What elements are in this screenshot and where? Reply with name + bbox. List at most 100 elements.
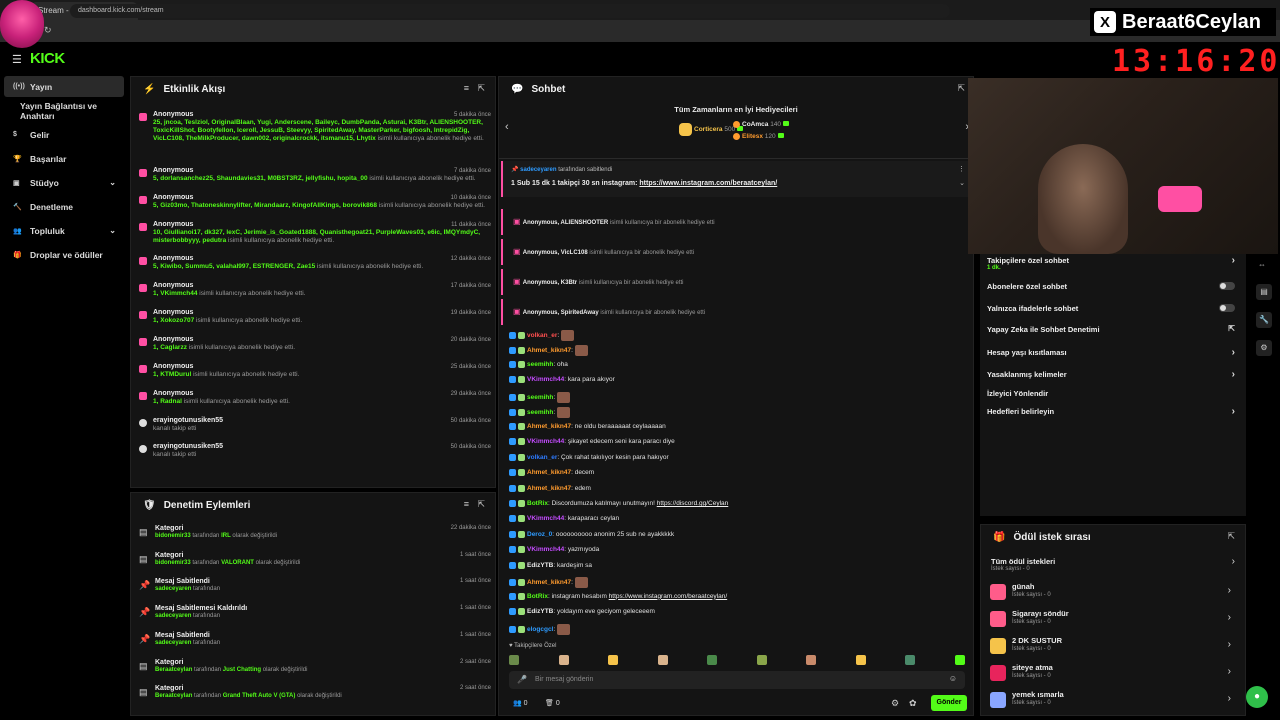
chat-username[interactable]: volkan_er [527,454,557,461]
sidebar-item-4[interactable]: ▣ Stüdyo ⌄ [4,172,124,193]
activity-user[interactable]: Anonymous [153,221,491,229]
chat-username[interactable]: seemihh [527,394,553,401]
chat-username[interactable]: EdizYTB [527,562,553,569]
emote-settings-icon[interactable]: ✿ [909,698,917,709]
sidebar-item-1[interactable]: Yayın Bağlantısı ve Anahtarı [4,100,124,121]
setting-row[interactable]: Hesap yaşı kısıtlaması › [987,347,1239,358]
activity-user[interactable]: Anonymous [153,309,491,317]
chat-username[interactable]: seemihh [527,361,553,368]
gift-event-user[interactable]: Anonymous, SpiritedAway [523,310,599,316]
reward-item[interactable]: 2 DK SUSTUR İstek sayısı - 0 › [987,635,1235,657]
popout-icon[interactable]: ⇱ [477,83,485,94]
prev-arrow-icon[interactable]: ‹ [505,121,509,133]
side-tool-icon[interactable]: ▤ [1256,284,1272,300]
emote-icon[interactable] [806,655,817,665]
popout-icon[interactable]: ⇱ [1227,531,1235,542]
top-gifter[interactable]: Elitesx 120 [733,133,784,140]
pinned-by[interactable]: sadeceyaren [520,167,556,173]
sidebar-item-7[interactable]: 🎁 Droplar ve ödüller [4,244,124,265]
support-chat-icon[interactable]: ● [1246,686,1268,708]
activity-user[interactable]: Anonymous [153,390,491,398]
chat-username[interactable]: VKimmch44 [527,377,564,384]
activity-user[interactable]: Anonymous [153,282,491,290]
chat-username[interactable]: Ahmet_kikn47 [527,485,571,492]
top-gifter[interactable]: CoAmca 140 [733,121,790,128]
chat-username[interactable]: Ahmet_kikn47 [527,348,571,355]
chat-username[interactable]: EdizYTB [527,608,553,615]
chat-link[interactable]: https://www.instagram.com/beraatceylan/ [609,593,728,600]
setting-row[interactable]: Yapay Zeka ile Sohbet Denetimi ⇱ [987,324,1239,334]
kick-logo[interactable]: KICK [30,50,65,67]
chevron-down-icon[interactable]: ⌄ [959,179,965,187]
chat-username[interactable]: VKimmch44 [527,547,564,554]
reward-item[interactable]: Sigarayı söndür İstek sayısı - 0 › [987,608,1235,630]
setting-row[interactable]: Abonelere özel sohbet [987,282,1239,291]
gift-event-user[interactable]: Anonymous, ALIENSHOOTER [523,220,608,226]
activity-user[interactable]: erayingotunusiken55 [153,443,491,451]
side-tool-icon[interactable]: ⚙ [1256,340,1272,356]
send-button[interactable]: Gönder [931,695,967,711]
emote-icon[interactable] [558,655,569,665]
emote-icon[interactable] [657,655,668,665]
all-rewards-row[interactable]: Tüm ödül istekleri İstek sayısı - 0 › [991,556,1239,577]
more-options-icon[interactable]: ⋮ [958,165,965,173]
chat-link[interactable]: https://discord.gg/Ceylan [657,500,729,507]
chat-username[interactable]: Deroz_0 [527,531,552,538]
activity-user[interactable]: erayingotunusiken55 [153,417,491,425]
emote-icon[interactable] [954,655,965,665]
setting-row[interactable]: Hedefleri belirleyin › [987,406,1239,417]
sidebar-item-3[interactable]: 🏆 Başarılar [4,148,124,169]
emote-icon[interactable] [905,655,916,665]
activity-user[interactable]: Anonymous [153,255,491,263]
chat-username[interactable]: seemihh [527,409,553,416]
activity-user[interactable]: Anonymous [153,194,491,202]
toggle-switch[interactable] [1219,304,1235,312]
popout-icon[interactable]: ⇱ [957,83,965,94]
gift-event-user[interactable]: Anonymous, K3Btr [523,280,577,286]
reward-item[interactable]: günah İstek sayısı - 0 › [987,581,1235,603]
chat-input[interactable]: 🎤 Bir mesaj gönderin ☺ [509,671,965,689]
sidebar-item-2[interactable]: $ Gelir [4,124,124,145]
popout-icon[interactable]: ⇱ [477,499,485,510]
gift-event-user[interactable]: Anonymous, VicLC108 [523,250,588,256]
activity-user[interactable]: Anonymous [153,111,491,119]
moderation-user[interactable]: sadeceyaren [155,640,191,646]
chat-username[interactable]: volkan_er [527,332,557,339]
moderation-user[interactable]: Beraatceylan [155,693,192,699]
side-tool-icon[interactable]: ⇔ [1258,260,1266,269]
chat-username[interactable]: Ahmet_kikn47 [527,579,571,586]
setting-row[interactable]: Yasaklanmış kelimeler › [987,369,1239,380]
moderation-user[interactable]: bidonemir33 [155,560,191,566]
emote-icon[interactable] [509,655,519,665]
activity-user[interactable]: Anonymous [153,336,491,344]
reload-icon[interactable]: ↻ [44,25,52,36]
toggle-switch[interactable] [1219,282,1235,290]
emoji-icon[interactable]: ☺ [949,674,957,683]
mic-icon[interactable]: 🎤 [517,675,527,684]
chat-username[interactable]: elogcgcl [527,626,553,633]
menu-icon[interactable]: ☰ [12,53,22,66]
reward-item[interactable]: yemek ısmarla İstek sayısı - 0 › [987,689,1235,711]
emote-icon[interactable] [855,655,866,665]
filter-icon[interactable]: ≡ [464,83,469,93]
moderation-user[interactable]: bidonemir33 [155,533,191,539]
moderation-user[interactable]: sadeceyaren [155,613,191,619]
chat-username[interactable]: VKimmch44 [527,438,564,445]
setting-row[interactable]: Takipçilere özel sohbet 1 dk. › [987,255,1239,271]
sidebar-item-0[interactable]: ((•)) Yayın [4,76,124,97]
settings-gear-icon[interactable]: ⚙ [891,698,899,709]
emote-icon[interactable] [608,655,619,665]
activity-user[interactable]: Anonymous [153,167,491,175]
chat-username[interactable]: BotRix [527,593,548,600]
sidebar-item-5[interactable]: 🔨 Denetleme [4,196,124,217]
moderation-user[interactable]: Beraatceylan [155,667,192,673]
chat-username[interactable]: Ahmet_kikn47 [527,423,571,430]
wrench-icon[interactable]: 🔧 [1256,312,1272,328]
chat-username[interactable]: VKimmch44 [527,516,564,523]
setting-row[interactable]: Yalnızca ifadelerle sohbet [987,304,1239,313]
setting-row[interactable]: İzleyici Yönlendir [987,389,1239,398]
emote-icon[interactable] [707,655,718,665]
moderation-user[interactable]: sadeceyaren [155,586,191,592]
activity-user[interactable]: Anonymous [153,363,491,371]
filter-icon[interactable]: ≡ [464,499,469,509]
